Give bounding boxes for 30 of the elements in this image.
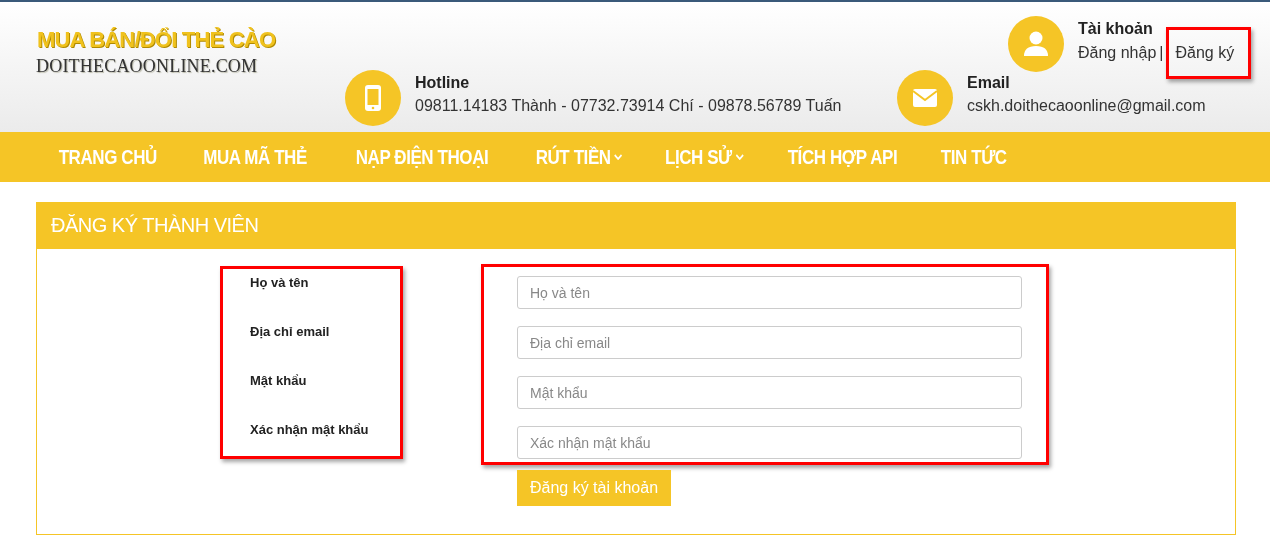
nav-item[interactable]: MUA MÃ THẺ [183, 145, 326, 169]
field-label: Mật khẩu [250, 373, 308, 388]
account-title: Tài khoản [1078, 20, 1154, 38]
field-label: Họ và tên [250, 275, 310, 290]
logo-domain: DOITHECAOONLINE.COM [36, 56, 258, 77]
field-label: Xác nhận mật khẩu [250, 422, 370, 437]
contact-text: 09811.14183 Thành - 07732.73914 Chí - 09878.56789 Tuấn [415, 97, 842, 115]
nav-item[interactable]: LỊCH SỬ [646, 145, 763, 169]
panel-title: ĐĂNG KÝ THÀNH VIÊN [36, 202, 1236, 249]
nav-item[interactable]: NẠP ĐIỆN THOẠI [336, 145, 507, 169]
field-label: Địa chỉ email [250, 324, 331, 339]
input-field[interactable]: Địa chỉ email [517, 326, 1022, 359]
register-link[interactable]: Đăng ký [1175, 44, 1235, 61]
nav-item[interactable]: RÚT TIỀN [516, 145, 641, 169]
login-link[interactable]: Đăng nhập [1078, 44, 1157, 62]
logo-title: MUA BÁN/ĐỔI THẺ CÀO [36, 26, 277, 54]
contact-title: Hotline [415, 74, 471, 92]
input-field[interactable]: Mật khẩu [517, 376, 1022, 409]
user-icon [1008, 16, 1064, 72]
phone-icon [345, 70, 401, 126]
nav-item[interactable]: TRANG CHỦ [39, 145, 176, 169]
envelope-icon [897, 70, 953, 126]
input-field[interactable]: Xác nhận mật khẩu [517, 426, 1022, 459]
contact-text: cskh.doithecaoonline@gmail.com [967, 97, 1206, 115]
nav-item[interactable]: TÍCH HỢP API [769, 145, 917, 169]
register-button[interactable]: Đăng ký tài khoản [517, 470, 671, 506]
contact-title: Email [967, 74, 1011, 92]
separator: | [1159, 44, 1164, 62]
input-field[interactable]: Họ và tên [517, 276, 1022, 309]
nav-item[interactable]: TIN TỨC [922, 145, 1026, 169]
